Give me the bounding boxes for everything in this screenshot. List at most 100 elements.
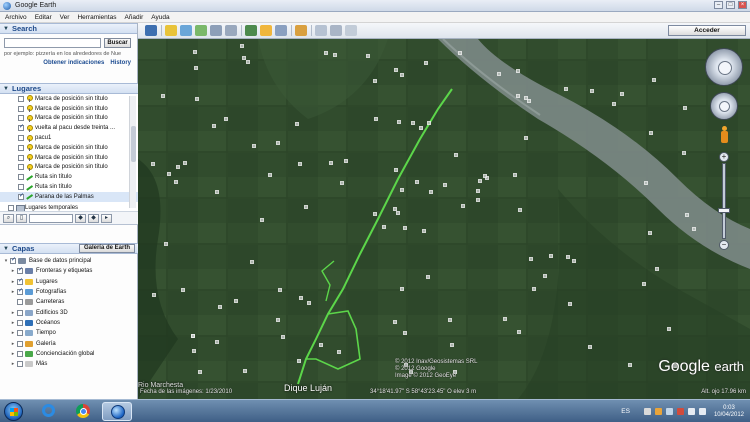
map-placemark-icon[interactable] [403, 226, 407, 230]
map-placemark-icon[interactable] [429, 190, 433, 194]
map-placemark-icon[interactable] [394, 68, 398, 72]
map-placemark-icon[interactable] [340, 181, 344, 185]
map-placemark-icon[interactable] [400, 73, 404, 77]
place-item[interactable]: Ruta sin título [0, 182, 138, 192]
expand-icon[interactable]: ▸ [10, 320, 16, 326]
map-placemark-icon[interactable] [393, 207, 397, 211]
expand-icon[interactable]: ▸ [10, 341, 16, 347]
map-view[interactable]: Rio Marchesta Dique Luján © 2012 Inav/Ge… [138, 39, 750, 399]
map-placemark-icon[interactable] [183, 161, 187, 165]
map-placemark-icon[interactable] [424, 61, 428, 65]
zoom-slider[interactable]: + − [718, 152, 730, 252]
map-placemark-icon[interactable] [212, 124, 216, 128]
map-placemark-icon[interactable] [194, 66, 198, 70]
place-checkbox[interactable] [18, 105, 24, 112]
panel-toggle-icon[interactable]: ▯ [16, 213, 27, 223]
map-placemark-icon[interactable] [685, 213, 689, 217]
layer-checkbox[interactable] [10, 256, 16, 265]
google-maps-icon[interactable] [345, 25, 357, 36]
tour-icon[interactable]: ▸ [101, 213, 112, 223]
layer-item[interactable]: ▸ Concienciación global [0, 349, 138, 359]
ruler-icon[interactable] [295, 25, 307, 36]
map-placemark-icon[interactable] [393, 320, 397, 324]
layer-item[interactable]: ▾ Base de datos principal [0, 256, 138, 266]
expand-icon[interactable]: ▸ [10, 289, 16, 295]
place-item[interactable]: vuelta al pacu desde treinta ... [0, 123, 138, 133]
search-places-icon[interactable]: ⌕ [3, 213, 14, 223]
map-placemark-icon[interactable] [174, 180, 178, 184]
map-placemark-icon[interactable] [374, 117, 378, 121]
print-icon[interactable] [330, 25, 342, 36]
layer-checkbox[interactable] [17, 319, 23, 326]
map-placemark-icon[interactable] [443, 183, 447, 187]
map-placemark-icon[interactable] [403, 331, 407, 335]
add-placemark-icon[interactable] [165, 25, 177, 36]
expand-icon[interactable]: ▸ [10, 310, 16, 316]
map-placemark-icon[interactable] [240, 44, 244, 48]
map-placemark-icon[interactable] [549, 254, 553, 258]
map-placemark-icon[interactable] [497, 72, 501, 76]
add-polygon-icon[interactable] [180, 25, 192, 36]
map-placemark-icon[interactable] [458, 51, 462, 55]
map-placemark-icon[interactable] [181, 288, 185, 292]
place-checkbox[interactable] [18, 174, 24, 181]
place-item-selected[interactable]: Parana de las Palmas [0, 192, 138, 202]
map-placemark-icon[interactable] [648, 231, 652, 235]
map-placemark-icon[interactable] [329, 161, 333, 165]
search-input[interactable] [4, 38, 101, 48]
search-section-header[interactable]: ▼ Search [0, 23, 137, 34]
map-placemark-icon[interactable] [191, 334, 195, 338]
map-placemark-icon[interactable] [461, 204, 465, 208]
email-icon[interactable] [315, 25, 327, 36]
map-placemark-icon[interactable] [276, 141, 280, 145]
place-checkbox[interactable] [18, 154, 24, 161]
map-placemark-icon[interactable] [612, 102, 616, 106]
map-placemark-icon[interactable] [588, 345, 592, 349]
map-placemark-icon[interactable] [590, 89, 594, 93]
place-item[interactable]: Marca de posición sin título [0, 143, 138, 153]
map-placemark-icon[interactable] [427, 121, 431, 125]
map-placemark-icon[interactable] [307, 301, 311, 305]
map-placemark-icon[interactable] [649, 131, 653, 135]
map-placemark-icon[interactable] [652, 78, 656, 82]
map-placemark-icon[interactable] [394, 168, 398, 172]
layer-item[interactable]: ▸ Fronteras y etiquetas [0, 266, 138, 276]
menu-archivo[interactable]: Archivo [5, 14, 27, 21]
map-placemark-icon[interactable] [529, 257, 533, 261]
map-placemark-icon[interactable] [572, 259, 576, 263]
map-placemark-icon[interactable] [426, 275, 430, 279]
previous-icon[interactable]: ◆ [75, 213, 86, 223]
map-placemark-icon[interactable] [324, 51, 328, 55]
map-placemark-icon[interactable] [333, 53, 337, 57]
places-section-header[interactable]: ▼ Lugares [0, 83, 138, 94]
map-placemark-icon[interactable] [260, 218, 264, 222]
collapse-arrow-icon[interactable]: ▼ [3, 246, 9, 252]
map-placemark-icon[interactable] [268, 173, 272, 177]
look-joystick-icon[interactable] [705, 48, 743, 86]
map-placemark-icon[interactable] [644, 181, 648, 185]
map-placemark-icon[interactable] [278, 288, 282, 292]
map-placemark-icon[interactable] [373, 79, 377, 83]
expand-icon[interactable]: ▸ [10, 361, 16, 367]
sunlight-icon[interactable] [260, 25, 272, 36]
place-item[interactable]: Marca de posición sin título [0, 104, 138, 114]
tray-security-icon[interactable] [676, 408, 684, 415]
layer-checkbox[interactable] [17, 340, 23, 347]
map-placemark-icon[interactable] [422, 229, 426, 233]
map-placemark-icon[interactable] [198, 370, 202, 374]
map-placemark-icon[interactable] [419, 126, 423, 130]
map-placemark-icon[interactable] [396, 211, 400, 215]
layer-item[interactable]: ▸ Lugares [0, 277, 138, 287]
zoom-track[interactable] [722, 163, 726, 239]
map-placemark-icon[interactable] [397, 120, 401, 124]
street-view-pegman-icon[interactable] [720, 126, 728, 144]
map-placemark-icon[interactable] [304, 205, 308, 209]
minimize-icon[interactable]: – [714, 1, 723, 9]
move-center-icon[interactable] [719, 101, 730, 112]
map-placemark-icon[interactable] [478, 179, 482, 183]
layer-checkbox[interactable] [17, 287, 23, 296]
layer-item[interactable]: ▸ Galería [0, 338, 138, 348]
sign-in-button[interactable]: Acceder [668, 25, 746, 36]
collapse-arrow-icon[interactable]: ▼ [3, 26, 9, 32]
place-checkbox[interactable] [18, 135, 24, 142]
